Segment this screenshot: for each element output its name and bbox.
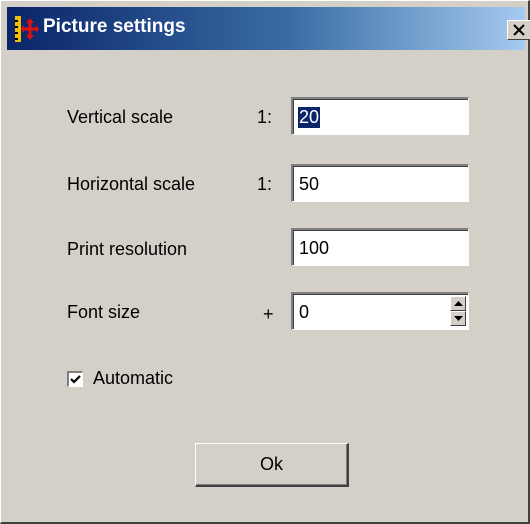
horizontal-scale-label: Horizontal scale xyxy=(67,174,196,194)
font-size-stepper[interactable]: 0 xyxy=(291,292,469,330)
spin-up-button[interactable] xyxy=(450,296,466,311)
horizontal-scale-value: 50 xyxy=(299,174,320,194)
spin-down-button[interactable] xyxy=(450,311,466,326)
print-resolution-value: 100 xyxy=(299,238,330,258)
font-size-value: 0 xyxy=(299,302,310,322)
print-resolution-label: Print resolution xyxy=(67,239,188,259)
close-button[interactable] xyxy=(507,20,530,40)
vertical-scale-value: 20 xyxy=(298,107,321,128)
window-title: Picture settings xyxy=(43,16,186,37)
arrow-down-icon xyxy=(454,316,463,321)
vertical-scale-prefix: 1: xyxy=(257,107,273,127)
title-bar[interactable]: Picture settings xyxy=(7,7,530,50)
checkmark-icon xyxy=(70,375,81,384)
font-size-label: Font size xyxy=(67,302,141,322)
font-size-prefix: + xyxy=(263,304,274,324)
close-icon xyxy=(513,24,525,36)
print-resolution-input[interactable]: 100 xyxy=(291,228,469,266)
move-arrows-icon xyxy=(15,16,39,42)
picture-settings-dialog: Picture settings Vertical scale 1: 20 Ho… xyxy=(0,0,530,524)
horizontal-scale-prefix: 1: xyxy=(257,174,273,194)
vertical-scale-input[interactable]: 20 xyxy=(291,97,469,135)
arrow-up-icon xyxy=(454,301,463,306)
ok-button[interactable]: Ok xyxy=(195,443,349,487)
automatic-label[interactable]: Automatic xyxy=(93,368,173,389)
horizontal-scale-input[interactable]: 50 xyxy=(291,164,469,202)
vertical-scale-label: Vertical scale xyxy=(67,107,174,127)
automatic-checkbox[interactable] xyxy=(67,371,83,387)
font-size-spin xyxy=(450,296,466,327)
